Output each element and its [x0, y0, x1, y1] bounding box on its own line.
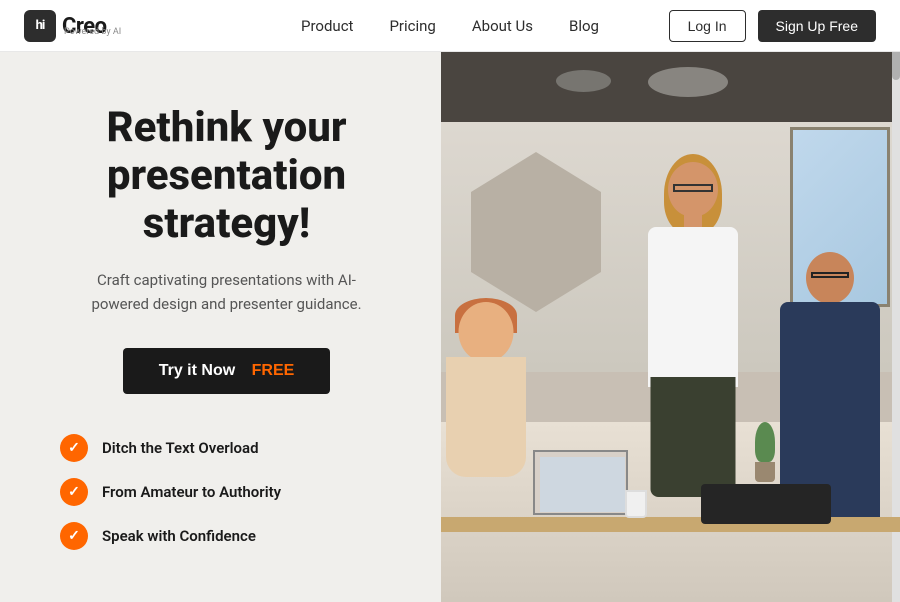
nav-blog[interactable]: Blog: [569, 17, 599, 35]
cta-label: Try it Now: [159, 362, 235, 380]
hero-left: Rethink your presentation strategy! Craf…: [0, 52, 441, 602]
feature-item-3: Speak with Confidence: [60, 522, 393, 550]
navbar: hi Creo Powered by AI Product Pricing Ab…: [0, 0, 900, 52]
feature-label-3: Speak with Confidence: [102, 527, 256, 545]
hero-right: [441, 52, 900, 602]
ceiling-light-1: [648, 67, 728, 97]
login-button[interactable]: Log In: [669, 10, 746, 42]
scrollbar[interactable]: [892, 0, 900, 602]
keyboard: [701, 484, 831, 524]
cta-free-label: FREE: [252, 362, 295, 380]
feature-item-1: Ditch the Text Overload: [60, 434, 393, 462]
signup-button[interactable]: Sign Up Free: [758, 10, 876, 42]
logo-sub: Powered by AI: [64, 27, 121, 37]
logo[interactable]: hi Creo Powered by AI: [24, 10, 121, 42]
main-nav: Product Pricing About Us Blog: [301, 17, 599, 35]
feature-label-2: From Amateur to Authority: [102, 483, 281, 501]
sitting-head: [806, 252, 854, 304]
cta-wrap: Try it Now FREE: [60, 348, 393, 394]
hero-title: Rethink your presentation strategy!: [60, 104, 393, 249]
sitting-glasses: [811, 272, 849, 278]
foreground-body: [446, 357, 526, 477]
laptop-screen: [533, 450, 628, 515]
logo-badge: hi: [24, 10, 56, 42]
feature-label-1: Ditch the Text Overload: [102, 439, 259, 457]
nav-pricing[interactable]: Pricing: [389, 17, 435, 35]
feature-check-2: [60, 478, 88, 506]
nav-product[interactable]: Product: [301, 17, 353, 35]
feature-item-2: From Amateur to Authority: [60, 478, 393, 506]
person-foreground: [446, 302, 526, 502]
presenter-bottom: [651, 377, 736, 497]
feature-check-3: [60, 522, 88, 550]
presenter-body: [648, 227, 738, 387]
presenter-glasses: [673, 184, 713, 192]
foreground-head: [459, 302, 514, 362]
ceiling-light-2: [556, 70, 611, 92]
laptop-glow: [540, 457, 625, 512]
feature-list: Ditch the Text Overload From Amateur to …: [60, 434, 393, 550]
table: [441, 517, 900, 532]
laptop: [533, 450, 633, 520]
nav-about[interactable]: About Us: [472, 17, 533, 35]
cta-button[interactable]: Try it Now FREE: [123, 348, 331, 394]
hero-section: Rethink your presentation strategy! Craf…: [0, 52, 900, 602]
feature-check-1: [60, 434, 88, 462]
hero-subtitle: Craft captivating presentations with AI-…: [87, 268, 367, 316]
office-image: [441, 52, 900, 602]
cup: [625, 490, 647, 518]
navbar-actions: Log In Sign Up Free: [669, 10, 876, 42]
